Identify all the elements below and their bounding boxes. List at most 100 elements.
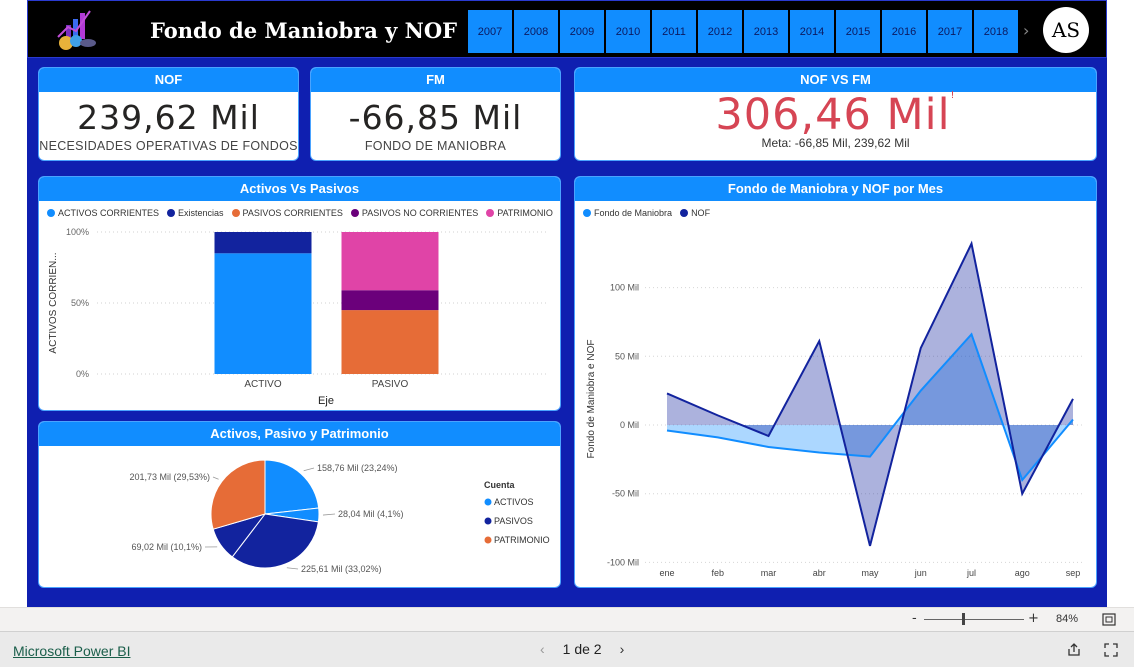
slice-data-label: 225,61 Mil (33,02%): [301, 564, 382, 574]
legend-dot: [484, 517, 492, 525]
kpi-card-fm: FM -66,85 Mil FONDO DE MANIOBRA: [310, 67, 561, 161]
area-card: Fondo de Maniobra y NOF por Mes Fondo de…: [574, 176, 1097, 588]
legend-label[interactable]: ACTIVOS: [494, 497, 534, 507]
legend-dot: [484, 498, 492, 506]
slice-data-label: 28,04 Mil (4,1%): [338, 509, 404, 519]
zoom-slider-handle[interactable]: [962, 613, 965, 625]
year-slicer: 2007 2008 2009 2010 2011 2012 2013 2014 2015 2016…: [468, 10, 1018, 53]
area-chart-title: Fondo de Maniobra y NOF por Mes: [575, 177, 1096, 201]
x-tick-label: jun: [914, 568, 927, 578]
bar-segment[interactable]: [214, 232, 312, 254]
slice-data-label: 201,73 Mil (29,53%): [129, 472, 210, 482]
x-tick-label: ene: [659, 568, 674, 578]
slice-data-label: 158,76 Mil (23,24%): [317, 463, 398, 473]
year-button-2015[interactable]: 2015: [836, 10, 880, 53]
x-tick-label: jul: [966, 568, 976, 578]
leader-line: [286, 567, 299, 570]
area-fill: [667, 243, 1073, 546]
fullscreen-icon[interactable]: [1104, 643, 1118, 657]
zoom-level: 84%: [1056, 613, 1079, 625]
year-button-2018[interactable]: 2018: [974, 10, 1018, 53]
pie-chart-title: Activos, Pasivo y Patrimonio: [39, 422, 560, 446]
legend-label[interactable]: PATRIMONIO: [494, 535, 550, 545]
kpi-title-nof: NOF: [39, 68, 298, 92]
x-axis-label: Eje: [318, 395, 334, 407]
legend-dot: [484, 536, 492, 544]
warning-icon[interactable]: !: [951, 90, 956, 101]
header-bar: Fondo de Maniobra y NOF 2007 2008 2009 2010…: [27, 0, 1107, 58]
year-button-2010[interactable]: 2010: [606, 10, 650, 53]
bar-segment[interactable]: [341, 290, 439, 311]
kpi-value-text: 306,46 Mil: [715, 90, 951, 140]
y-tick-label: -50 Mil: [612, 489, 639, 499]
page-indicator: 1 de 2: [562, 641, 602, 657]
bar-segment[interactable]: [214, 253, 312, 374]
leader-line: [303, 467, 315, 472]
kpi-goal-nof-vs-fm: Meta: -66,85 Mil, 239,62 Mil: [761, 136, 910, 150]
legend-title: Cuenta: [484, 480, 515, 490]
zoom-bar: - + 84%: [0, 607, 1134, 631]
next-page-icon[interactable]: ›: [620, 641, 625, 657]
year-button-2013[interactable]: 2013: [744, 10, 788, 53]
year-button-2012[interactable]: 2012: [698, 10, 742, 53]
kpi-subtitle-fm: FONDO DE MANIOBRA: [364, 139, 507, 153]
kpi-card-nof-vs-fm: NOF VS FM 306,46 Mil! Meta: -66,85 Mil, …: [574, 67, 1097, 161]
kpi-value-nof: 239,62 Mil: [77, 98, 260, 137]
zoom-slider-track[interactable]: [924, 619, 1024, 620]
previous-page-icon[interactable]: ‹: [540, 641, 545, 657]
pie-chart: 158,76 Mil (23,24%) 28,04 Mil (4,1%) 225,6…: [129, 459, 550, 574]
x-tick-label: sep: [1066, 568, 1081, 578]
y-axis-label: Fondo de Maniobra e NOF: [586, 340, 597, 459]
x-tick-label: ago: [1015, 568, 1030, 578]
x-tick-label: ACTIVO: [244, 379, 281, 390]
year-button-2014[interactable]: 2014: [790, 10, 834, 53]
kpi-value-nof-vs-fm: 306,46 Mil!: [575, 90, 1096, 140]
stacked-bar-card: Activos Vs Pasivos ACTIVOS CORRIENTES Exi…: [38, 176, 561, 411]
year-button-2007[interactable]: 2007: [468, 10, 512, 53]
year-button-2016[interactable]: 2016: [882, 10, 926, 53]
bar-chart-title: Activos Vs Pasivos: [39, 177, 560, 201]
finance-logo-icon: [57, 10, 96, 50]
area-chart: -100 Mil -50 Mil 0 Mil 50 Mil 100 Mil Fondo d…: [586, 240, 1085, 578]
zoom-in-button[interactable]: +: [1028, 611, 1039, 626]
x-tick-label: feb: [711, 568, 724, 578]
report-page: Fondo de Maniobra y NOF 2007 2008 2009 2010…: [27, 0, 1107, 607]
year-button-2008[interactable]: 2008: [514, 10, 558, 53]
bar-segment[interactable]: [341, 310, 439, 374]
chevron-right-icon[interactable]: ›: [1023, 21, 1029, 40]
pie-slice[interactable]: [264, 459, 320, 515]
leader-line: [322, 513, 336, 516]
leader-line: [212, 476, 219, 480]
y-axis-label: ACTIVOS CORRIEN...: [48, 252, 59, 353]
year-button-2017[interactable]: 2017: [928, 10, 972, 53]
report-title: Fondo de Maniobra y NOF: [150, 18, 458, 43]
pie-card: Activos, Pasivo y Patrimonio 158,76 Mil …: [38, 421, 561, 588]
share-icon[interactable]: [1067, 643, 1081, 657]
avatar: AS: [1043, 7, 1089, 53]
x-tick-label: mar: [761, 568, 777, 578]
x-tick-label: abr: [813, 568, 826, 578]
slice-data-label: 69,02 Mil (10,1%): [131, 542, 202, 552]
zoom-out-button[interactable]: -: [912, 611, 917, 626]
kpi-card-nof: NOF 239,62 Mil NECESIDADES OPERATIVAS DE…: [38, 67, 299, 161]
year-button-2011[interactable]: 2011: [652, 10, 696, 53]
x-tick-label: PASIVO: [372, 379, 409, 390]
kpi-value-fm: -66,85 Mil: [348, 98, 523, 137]
kpi-subtitle-nof: NECESIDADES OPERATIVAS DE FONDOS: [39, 139, 298, 153]
power-bi-link[interactable]: Microsoft Power BI: [13, 643, 130, 659]
report-canvas: Fondo de Maniobra y NOF 2007 2008 2009 2010…: [0, 0, 1134, 607]
year-button-2009[interactable]: 2009: [560, 10, 604, 53]
y-tick-label: -100 Mil: [607, 557, 639, 567]
bar-segment[interactable]: [341, 232, 439, 291]
fit-to-page-icon[interactable]: [1102, 613, 1116, 626]
legend-label[interactable]: PASIVOS: [494, 516, 533, 526]
y-tick-label: 50 Mil: [615, 351, 639, 361]
kpi-title-fm: FM: [311, 68, 560, 92]
stacked-bar-chart: 0% 50% 100% ACTIVOS CORRIEN... ACTIVO PASIVO E…: [48, 227, 549, 407]
kpi-title-nof-vs-fm: NOF VS FM: [575, 68, 1096, 92]
page-navigator: ‹ 1 de 2 ›: [540, 641, 624, 657]
footer-bar: Microsoft Power BI ‹ 1 de 2 ›: [0, 631, 1134, 667]
y-tick-label: 100%: [66, 227, 89, 237]
x-tick-label: may: [861, 568, 879, 578]
y-tick-label: 50%: [71, 298, 89, 308]
